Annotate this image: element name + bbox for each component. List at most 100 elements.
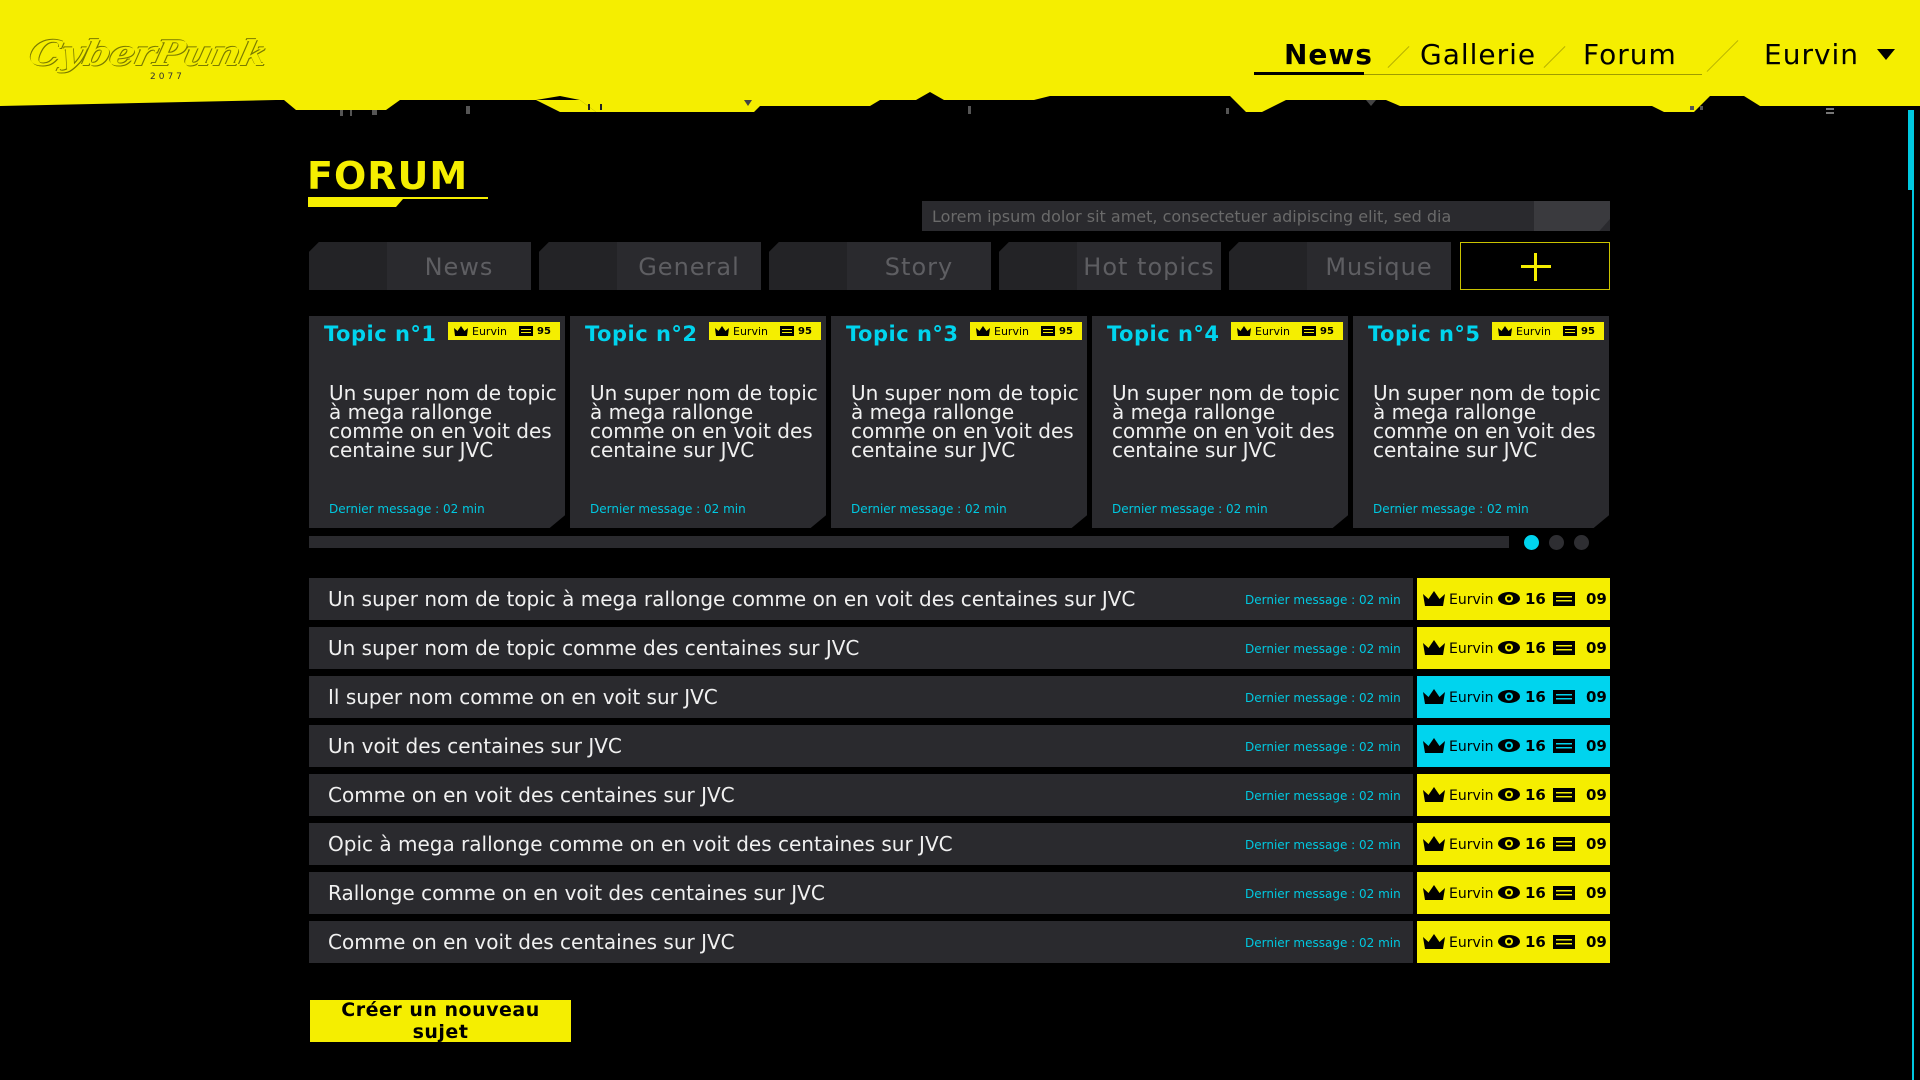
topic-meta: Eurvin 16 09 xyxy=(1417,774,1610,816)
tab-label: Hot topics xyxy=(1083,253,1215,281)
topic-meta: Eurvin 16 09 xyxy=(1417,823,1610,865)
topic-replies: 09 xyxy=(1586,884,1607,902)
top-header: CyberPunk 2077 News Gallerie Forum Eurvi… xyxy=(0,0,1920,116)
crown-icon xyxy=(976,326,990,336)
topic-title: Un voit des centaines sur JVC xyxy=(328,734,622,758)
card-title: Topic n°2 xyxy=(585,322,698,346)
topic-title: Comme on en voit des centaines sur JVC xyxy=(328,783,735,807)
topic-author: Eurvin xyxy=(1449,788,1494,804)
topic-author: Eurvin xyxy=(1449,886,1494,902)
user-menu[interactable]: Eurvin xyxy=(1764,38,1896,71)
user-name: Eurvin xyxy=(1764,38,1860,71)
eye-icon xyxy=(1498,739,1520,752)
card-title: Topic n°3 xyxy=(846,322,959,346)
tab-news[interactable]: News xyxy=(309,242,531,290)
topic-last-message: Dernier message : 02 min xyxy=(1245,740,1401,754)
topic-last-message: Dernier message : 02 min xyxy=(1245,789,1401,803)
tab-general[interactable]: General xyxy=(539,242,761,290)
eye-icon xyxy=(1498,592,1520,605)
topic-row[interactable]: Opic à mega rallonge comme on en voit de… xyxy=(309,823,1610,865)
eye-icon xyxy=(1498,788,1520,801)
topic-views: 16 xyxy=(1525,786,1546,804)
topic-row[interactable]: Comme on en voit des centaines sur JVC De… xyxy=(309,774,1610,816)
search-input[interactable] xyxy=(922,201,1534,231)
topic-row[interactable]: Un voit des centaines sur JVC Dernier mes… xyxy=(309,725,1610,767)
topic-views: 16 xyxy=(1525,835,1546,853)
topic-views: 16 xyxy=(1525,884,1546,902)
eye-icon xyxy=(1498,690,1520,703)
topic-replies: 09 xyxy=(1586,737,1607,755)
card-title: Topic n°5 xyxy=(1368,322,1481,346)
topic-title: Opic à mega rallonge comme on en voit de… xyxy=(328,832,953,856)
page-title: FORUM xyxy=(307,154,469,198)
tab-musique[interactable]: Musique xyxy=(1229,242,1451,290)
topic-title: Comme on en voit des centaines sur JVC xyxy=(328,930,735,954)
topic-meta: Eurvin 16 09 xyxy=(1417,921,1610,963)
topic-card[interactable]: Topic n°1 Eurvin 95 Un super nom de topi… xyxy=(309,316,565,528)
topic-author: Eurvin xyxy=(1449,837,1494,853)
tab-hot-topics[interactable]: Hot topics xyxy=(999,242,1221,290)
page-scrollbar[interactable] xyxy=(1906,108,1920,1080)
crown-icon xyxy=(1423,738,1445,753)
message-icon xyxy=(1553,641,1575,655)
nav-news[interactable]: News xyxy=(1284,38,1373,71)
search-button[interactable] xyxy=(1534,201,1610,231)
card-last-message: Dernier message : 02 min xyxy=(1373,502,1529,516)
tab-label: General xyxy=(638,253,740,281)
card-author: Eurvin xyxy=(994,324,1029,338)
nav-gallerie[interactable]: Gallerie xyxy=(1420,38,1536,71)
topic-views: 16 xyxy=(1525,933,1546,951)
tab-story[interactable]: Story xyxy=(769,242,991,290)
search-bar xyxy=(922,201,1610,231)
message-icon xyxy=(1553,788,1575,802)
topic-row-main: Un super nom de topic à mega rallonge co… xyxy=(309,578,1413,620)
crown-icon xyxy=(1423,591,1445,606)
card-body: Un super nom de topic à mega rallonge co… xyxy=(1112,381,1340,462)
crown-icon xyxy=(454,326,468,336)
tab-icon xyxy=(999,242,1077,290)
topic-row[interactable]: Un super nom de topic à mega rallonge co… xyxy=(309,578,1610,620)
eye-icon xyxy=(1498,641,1520,654)
cyberpunk-logo[interactable]: CyberPunk 2077 xyxy=(26,24,271,82)
tab-icon xyxy=(309,242,387,290)
topic-meta: Eurvin 16 09 xyxy=(1417,627,1610,669)
carousel-scroll-track[interactable] xyxy=(309,536,1509,548)
topic-card[interactable]: Topic n°5 Eurvin 95 Un super nom de topi… xyxy=(1353,316,1609,528)
carousel-pagination xyxy=(1524,535,1589,550)
logo-text: CyberPunk xyxy=(25,33,271,74)
topic-card[interactable]: Topic n°4 Eurvin 95 Un super nom de topi… xyxy=(1092,316,1348,528)
carousel-dot[interactable] xyxy=(1524,535,1539,550)
topic-card[interactable]: Topic n°3 Eurvin 95 Un super nom de topi… xyxy=(831,316,1087,528)
topic-row-main: Il super nom comme on en voit sur JVC Der… xyxy=(309,676,1413,718)
card-author: Eurvin xyxy=(1516,324,1551,338)
crown-icon xyxy=(715,326,729,336)
topic-last-message: Dernier message : 02 min xyxy=(1245,593,1401,607)
card-badge: Eurvin 95 xyxy=(1492,322,1604,340)
crown-icon xyxy=(1423,885,1445,900)
card-body: Un super nom de topic à mega rallonge co… xyxy=(851,381,1079,462)
topic-meta: Eurvin 16 09 xyxy=(1417,578,1610,620)
topic-row[interactable]: Rallonge comme on en voit des centaines … xyxy=(309,872,1610,914)
add-tab-button[interactable] xyxy=(1460,242,1610,290)
message-icon xyxy=(1553,935,1575,949)
topic-row[interactable]: Un super nom de topic comme des centaine… xyxy=(309,627,1610,669)
scrollbar-thumb[interactable] xyxy=(1908,110,1914,190)
topic-replies: 09 xyxy=(1586,688,1607,706)
message-icon xyxy=(779,326,794,336)
carousel-dot[interactable] xyxy=(1549,535,1564,550)
topic-replies: 09 xyxy=(1586,590,1607,608)
nav-forum[interactable]: Forum xyxy=(1583,38,1677,71)
carousel-dot[interactable] xyxy=(1574,535,1589,550)
card-title: Topic n°1 xyxy=(324,322,437,346)
topic-row[interactable]: Comme on en voit des centaines sur JVC De… xyxy=(309,921,1610,963)
topic-row[interactable]: Il super nom comme on en voit sur JVC Der… xyxy=(309,676,1610,718)
topic-row-main: Un voit des centaines sur JVC Dernier mes… xyxy=(309,725,1413,767)
card-author: Eurvin xyxy=(733,324,768,338)
card-count: 95 xyxy=(536,325,551,337)
topic-last-message: Dernier message : 02 min xyxy=(1245,936,1401,950)
card-badge: Eurvin 95 xyxy=(709,322,821,340)
create-topic-button[interactable]: Créer un nouveau sujet xyxy=(310,999,571,1043)
topic-card[interactable]: Topic n°2 Eurvin 95 Un super nom de topi… xyxy=(570,316,826,528)
card-badge: Eurvin 95 xyxy=(970,322,1082,340)
title-underline xyxy=(308,197,488,207)
